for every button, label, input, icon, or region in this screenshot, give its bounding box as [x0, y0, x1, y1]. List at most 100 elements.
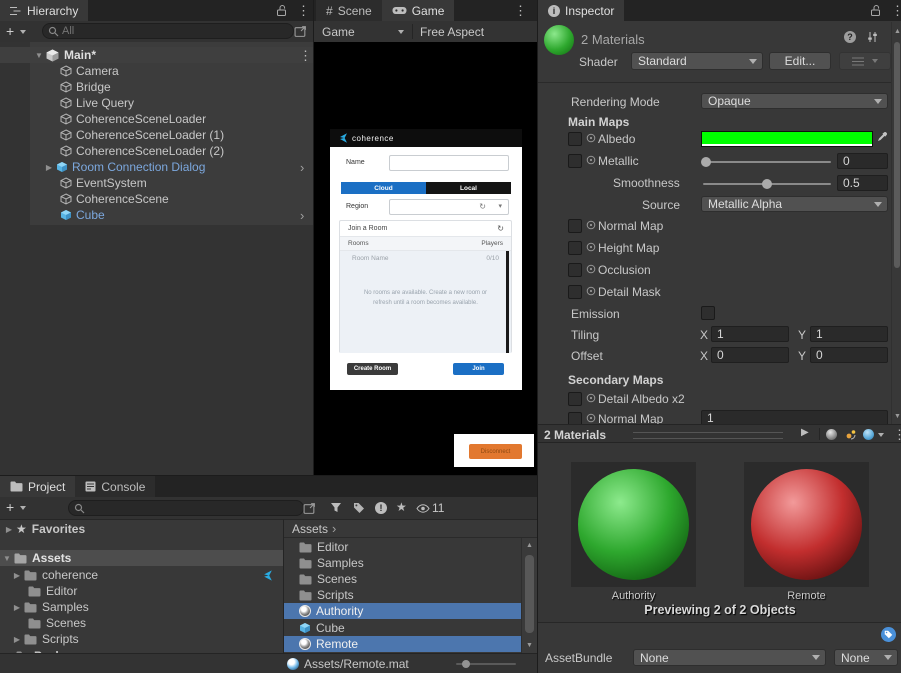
favorites-row[interactable]: ▶ ★ Favorites [0, 521, 283, 537]
game-menu-icon[interactable]: ⋮ [514, 4, 527, 17]
hierarchy-item[interactable]: Bridge [0, 79, 313, 95]
assets-row[interactable]: ▼ Assets [0, 550, 283, 566]
hierarchy-search-field[interactable] [42, 23, 294, 39]
tab-game[interactable]: Game [382, 0, 455, 21]
metallic-texture-checkbox[interactable] [568, 154, 582, 168]
height-map-checkbox[interactable] [568, 241, 582, 255]
expand-arrow-icon[interactable]: ▼ [2, 554, 12, 563]
prefab-open-chevron[interactable]: › [300, 208, 304, 223]
create-asset-dropdown-icon[interactable] [20, 506, 26, 510]
tiling-y-field[interactable]: 1 [810, 326, 888, 342]
local-tab[interactable]: Local [426, 182, 511, 194]
asset-bundle-dropdown[interactable]: None [633, 649, 826, 666]
tree-item-scenes[interactable]: Scenes [0, 615, 283, 631]
shader-edit-button[interactable]: Edit... [769, 52, 831, 70]
tree-item-editor[interactable]: Editor [0, 583, 283, 599]
normal-map-2-field[interactable]: 1 [701, 410, 888, 424]
help-icon[interactable]: ? [844, 31, 856, 43]
hierarchy-item[interactable]: CoherenceScene [0, 191, 313, 207]
scrollbar-thumb[interactable] [525, 555, 534, 633]
scroll-down-icon[interactable]: ▼ [526, 642, 533, 649]
tiling-x-field[interactable]: 1 [711, 326, 789, 342]
aspect-dropdown[interactable]: Free Aspect [414, 23, 484, 40]
expand-arrow-icon[interactable]: ▶ [12, 635, 22, 644]
region-refresh-icon[interactable]: ↻ [479, 202, 486, 211]
eyedropper-icon[interactable] [877, 131, 888, 142]
hierarchy-item[interactable]: Cube › [0, 207, 313, 223]
hierarchy-item[interactable]: ▶ Room Connection Dialog › [0, 159, 313, 175]
hierarchy-item[interactable]: Camera [0, 63, 313, 79]
scroll-up-icon[interactable]: ▲ [894, 28, 901, 35]
asset-labels-icon[interactable] [881, 627, 896, 642]
breadcrumb[interactable]: Assets [292, 522, 328, 536]
preview-tile-authority[interactable] [571, 462, 696, 587]
asset-row-remote[interactable]: Remote [284, 636, 521, 652]
hierarchy-item[interactable]: CoherenceSceneLoader (1) [0, 127, 313, 143]
occlusion-checkbox[interactable] [568, 263, 582, 277]
detail-mask-checkbox[interactable] [568, 285, 582, 299]
asset-row-scenes[interactable]: Scenes [284, 571, 521, 587]
asset-row-editor[interactable]: Editor [284, 539, 521, 555]
tab-scene[interactable]: # Scene [316, 0, 382, 21]
create-asset-button[interactable]: + [6, 499, 14, 515]
create-room-button[interactable]: Create Room [347, 363, 398, 375]
offset-x-field[interactable]: 0 [711, 347, 789, 363]
search-in-window-icon[interactable] [303, 502, 316, 515]
tab-hierarchy[interactable]: Hierarchy [0, 0, 88, 21]
preview-drag-handle[interactable] [633, 432, 783, 439]
asset-row-scripts[interactable]: Scripts [284, 587, 521, 603]
source-dropdown[interactable]: Metallic Alpha [701, 196, 888, 212]
metallic-value-field[interactable]: 0 [837, 153, 888, 169]
disconnect-button[interactable]: Disconnect [469, 444, 522, 459]
preview-environment-icon[interactable] [863, 429, 874, 440]
tree-item-scripts[interactable]: ▶ Scripts [0, 631, 283, 647]
expand-arrow-icon[interactable]: ▼ [34, 51, 44, 60]
project-search-input[interactable] [88, 502, 298, 514]
add-object-button[interactable]: + [6, 23, 14, 39]
add-object-dropdown-icon[interactable] [20, 30, 26, 34]
asset-row-samples[interactable]: Samples [284, 555, 521, 571]
tree-item-samples[interactable]: ▶ Samples [0, 599, 283, 615]
preview-tile-remote[interactable] [744, 462, 869, 587]
normal-map-2-checkbox[interactable] [568, 412, 582, 424]
rendering-mode-dropdown[interactable]: Opaque [701, 93, 888, 109]
asset-bundle-variant-dropdown[interactable]: None [834, 649, 898, 666]
expand-arrow-icon[interactable]: ▶ [12, 571, 22, 580]
hierarchy-item[interactable]: CoherenceSceneLoader [0, 111, 313, 127]
cloud-tab[interactable]: Cloud [341, 182, 426, 194]
asset-row-cube[interactable]: Cube [284, 620, 521, 636]
detail-albedo-checkbox[interactable] [568, 392, 582, 406]
display-dropdown[interactable]: Game [316, 23, 410, 40]
preview-lights-icon[interactable] [844, 428, 857, 441]
scroll-down-icon[interactable]: ▼ [894, 413, 901, 420]
rooms-refresh-icon[interactable]: ↻ [497, 224, 504, 233]
prefab-open-chevron[interactable]: › [300, 160, 304, 175]
preview-sphere-icon[interactable] [826, 429, 837, 440]
emission-checkbox[interactable] [701, 306, 715, 320]
preview-header[interactable]: 2 Materials ▶ ⋮ [538, 424, 901, 443]
presets-icon[interactable] [866, 31, 879, 43]
tab-console[interactable]: Console [75, 476, 155, 497]
name-input[interactable] [389, 155, 509, 171]
expand-arrow-icon[interactable]: ▶ [44, 163, 54, 172]
hidden-count-eye-icon[interactable] [416, 504, 430, 513]
scroll-up-icon[interactable]: ▲ [526, 542, 533, 549]
lock-icon[interactable] [870, 4, 881, 17]
metallic-slider-thumb[interactable] [701, 157, 711, 167]
hierarchy-item[interactable]: Live Query [0, 95, 313, 111]
shader-extras-button-disabled[interactable] [839, 52, 891, 70]
shader-dropdown[interactable]: Standard [631, 52, 763, 70]
project-search-field[interactable] [68, 500, 304, 516]
hierarchy-search-input[interactable] [62, 25, 288, 37]
search-by-type-icon[interactable] [330, 502, 342, 514]
preview-environment-caret[interactable] [878, 433, 884, 437]
scene-row-main[interactable]: ▼ Main* ⋮ [0, 47, 313, 63]
favorites-star-icon[interactable]: ★ [396, 500, 407, 514]
smoothness-slider-thumb[interactable] [762, 179, 772, 189]
metallic-slider[interactable] [703, 161, 831, 163]
smoothness-value-field[interactable]: 0.5 [837, 175, 888, 191]
scene-menu-icon[interactable]: ⋮ [299, 49, 312, 62]
scrollbar-thumb[interactable] [894, 42, 900, 268]
join-button[interactable]: Join [453, 363, 504, 375]
preview-menu-icon[interactable]: ⋮ [893, 428, 901, 441]
